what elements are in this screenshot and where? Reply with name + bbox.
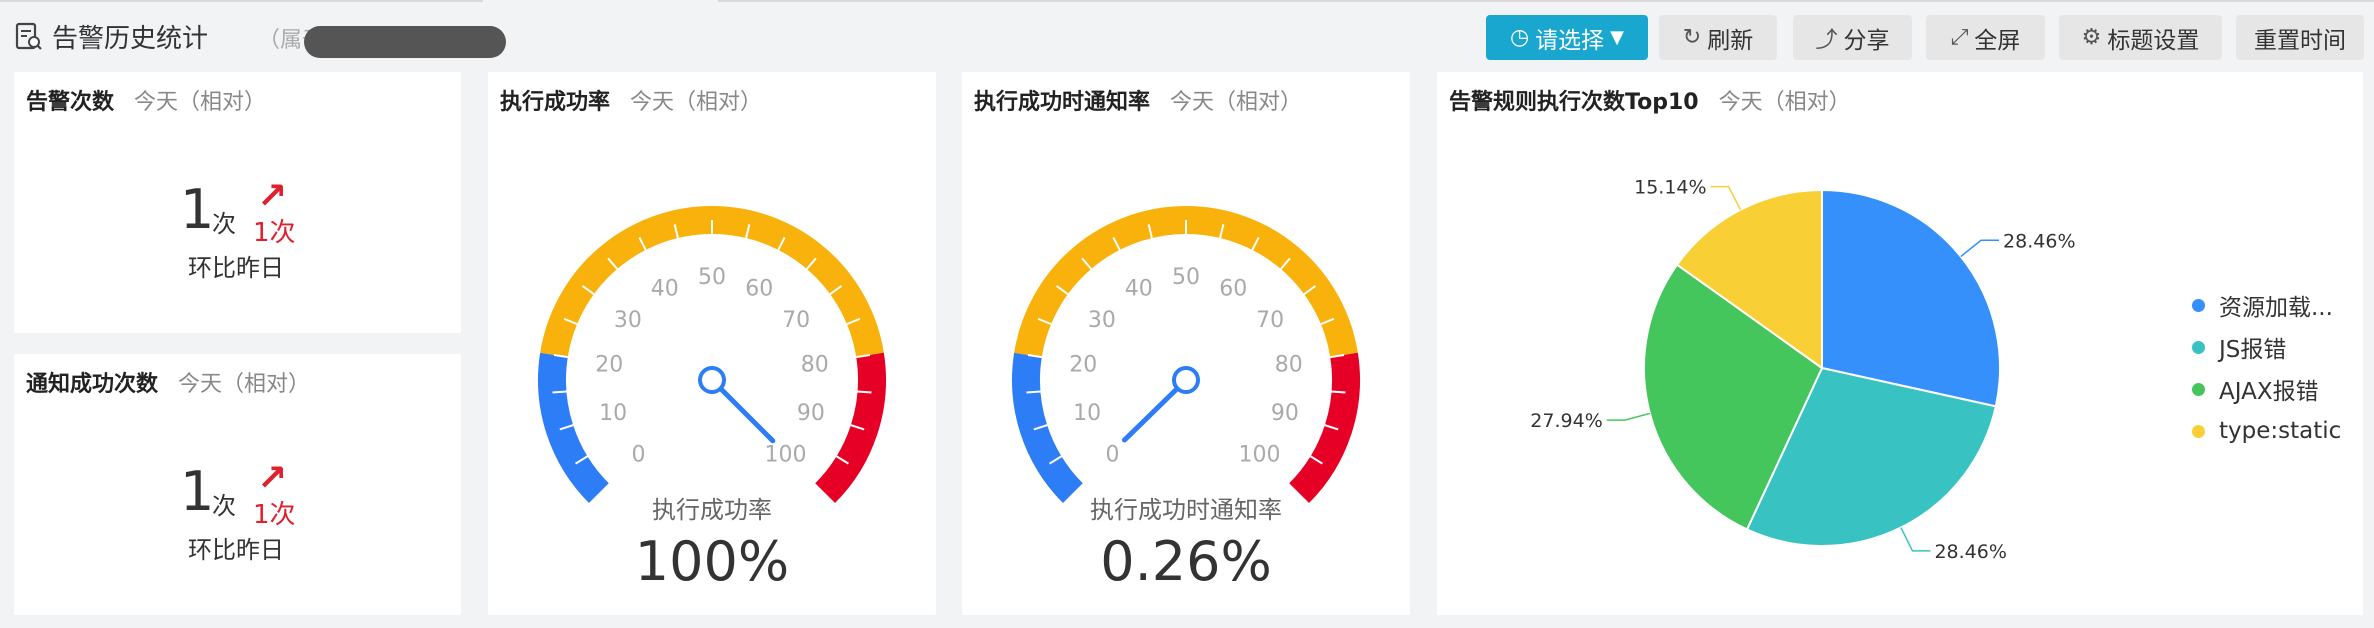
time-select-label: 请选择 (1535, 27, 1605, 54)
gauge-tick-label: 90 (797, 401, 825, 426)
gauge-tick (1331, 390, 1346, 394)
gauge-tick-label: 70 (782, 308, 810, 333)
gauge-tick-label: 10 (1073, 401, 1101, 426)
legend-item[interactable]: 资源加载... (2192, 284, 2341, 326)
gauge-tick-label: 40 (1125, 276, 1153, 301)
legend-item[interactable]: JS报错 (2192, 326, 2341, 368)
stat-compare: 环比昨日 (188, 536, 284, 564)
gauge-tick-label: 60 (1219, 276, 1247, 301)
gauge-tick-label: 50 (1172, 265, 1200, 290)
reset-time-label: 重置时间 (2254, 27, 2346, 54)
stat-unit: 次 (212, 492, 236, 520)
gauge-band (538, 352, 609, 504)
success-rate-card: 执行成功率 今天（相对） 0 10 20 30 40 50 60 70 80 90 100 执行成功率… (488, 72, 936, 615)
legend-label: JS报错 (2219, 337, 2287, 363)
title-settings-label: 标题设置 (2107, 27, 2200, 54)
gauge-tick-label: 0 (1105, 443, 1119, 468)
alert-count-card: 告警次数 今天（相对） 1 次 ↗ 1次 环比昨日 (14, 72, 461, 333)
expand-icon: ⤢ (1950, 25, 1969, 50)
caret-down-icon: ▼ (1610, 27, 1625, 48)
gauge-tick-label: 100 (765, 443, 807, 468)
gauge-tick-label: 90 (1271, 401, 1299, 426)
gauge-pointer-hub (1172, 366, 1200, 394)
redacted-text (304, 26, 506, 58)
legend-label: type:static (2219, 418, 2342, 444)
reset-time-button[interactable]: 重置时间 (2236, 15, 2364, 60)
dashboard-header: 告警历史统计 （属于 ◷ 请选择 ▼ ↻ 刷新 ⤴ 分享 ⤢ 全屏 ⚙ 标题设置… (0, 6, 2374, 60)
refresh-button[interactable]: ↻ 刷新 (1659, 15, 1777, 60)
clock-icon: ◷ (1509, 25, 1530, 50)
gauge-tick-label: 30 (1088, 308, 1116, 333)
legend-item[interactable]: type:static (2192, 410, 2341, 452)
pie-data-label: 28.46% (2003, 230, 2075, 252)
gauge-label: 执行成功时通知率 (1090, 496, 1282, 524)
notify-rate-card: 执行成功时通知率 今天（相对） 0 10 20 30 40 50 60 70 80 90 100 执行… (962, 72, 1410, 615)
card-range: 今天（相对） (134, 90, 267, 115)
gauge-band (1012, 352, 1083, 504)
fullscreen-label: 全屏 (1974, 27, 2021, 54)
arrow-up-icon: ↗ (257, 458, 288, 499)
pie-label-line (1900, 527, 1931, 552)
legend-swatch (2192, 298, 2205, 312)
legend-item[interactable]: AJAX报错 (2192, 368, 2341, 410)
stat-value: 1 (180, 460, 215, 523)
stat-change: 1次 (253, 218, 296, 248)
gauge-tick-label: 70 (1256, 308, 1284, 333)
gauge-tick-label: 20 (595, 353, 623, 378)
page-title: 告警历史统计 (52, 24, 209, 54)
gauge-band (1289, 352, 1360, 504)
gauge-tick-label: 30 (614, 308, 642, 333)
gauge-tick (552, 390, 567, 394)
notify-count-card: 通知成功次数 今天（相对） 1 次 ↗ 1次 环比昨日 (14, 354, 461, 615)
gauge-tick-label: 80 (1275, 353, 1303, 378)
stat-compare: 环比昨日 (188, 254, 284, 282)
gauge-tick (857, 390, 872, 394)
stat-unit: 次 (212, 210, 236, 238)
legend-label: 资源加载... (2219, 295, 2333, 321)
pie-label-line (1710, 185, 1742, 211)
gauge-tick-label: 60 (745, 276, 773, 301)
gauge-tick-label: 20 (1069, 353, 1097, 378)
gauge-pointer-hub (698, 366, 726, 394)
time-select-button[interactable]: ◷ 请选择 ▼ (1486, 15, 1648, 60)
stat-value: 1 (180, 178, 215, 241)
gauge-label: 执行成功率 (652, 496, 772, 524)
share-label: 分享 (1843, 27, 1890, 54)
gauge-value: 0.26% (1100, 530, 1272, 593)
pie-label-line (1960, 239, 2000, 258)
gauge-tick-label: 40 (651, 276, 679, 301)
card-range: 今天（相对） (178, 372, 311, 397)
gauge-tick-label: 80 (801, 353, 829, 378)
top-border (718, 0, 2374, 2)
gauge-tick-label: 10 (599, 401, 627, 426)
card-title: 通知成功次数 今天（相对） (26, 372, 311, 397)
legend-swatch (2192, 340, 2205, 354)
stat-change: 1次 (253, 500, 296, 530)
pie-label-line (1606, 412, 1651, 421)
refresh-label: 刷新 (1707, 27, 1754, 54)
gauge-tick-label: 100 (1239, 443, 1281, 468)
top-border (0, 0, 483, 2)
share-icon: ⤴ (1815, 27, 1838, 53)
report-icon (15, 22, 42, 50)
title-settings-button[interactable]: ⚙ 标题设置 (2059, 15, 2222, 60)
gauge-tick (1026, 390, 1041, 394)
card-title: 告警次数 今天（相对） (26, 90, 267, 115)
fullscreen-button[interactable]: ⤢ 全屏 (1926, 15, 2045, 60)
pie-data-label: 27.94% (1530, 410, 1602, 432)
gauge-band (815, 352, 886, 504)
refresh-icon: ↻ (1682, 25, 1702, 50)
share-button[interactable]: ⤴ 分享 (1793, 15, 1912, 60)
gauge-tick-label: 0 (631, 443, 645, 468)
pie-data-label: 28.46% (1934, 541, 2006, 563)
gauge-value: 100% (634, 530, 790, 593)
legend-swatch (2192, 382, 2205, 396)
pie-legend: 资源加载... JS报错 AJAX报错 type:static (2192, 284, 2341, 452)
gauge-tick-label: 50 (698, 265, 726, 290)
arrow-up-icon: ↗ (257, 176, 288, 217)
gear-icon: ⚙ (2081, 25, 2102, 50)
legend-swatch (2192, 424, 2205, 438)
legend-label: AJAX报错 (2219, 379, 2319, 405)
pie-data-label: 15.14% (1634, 177, 1706, 199)
